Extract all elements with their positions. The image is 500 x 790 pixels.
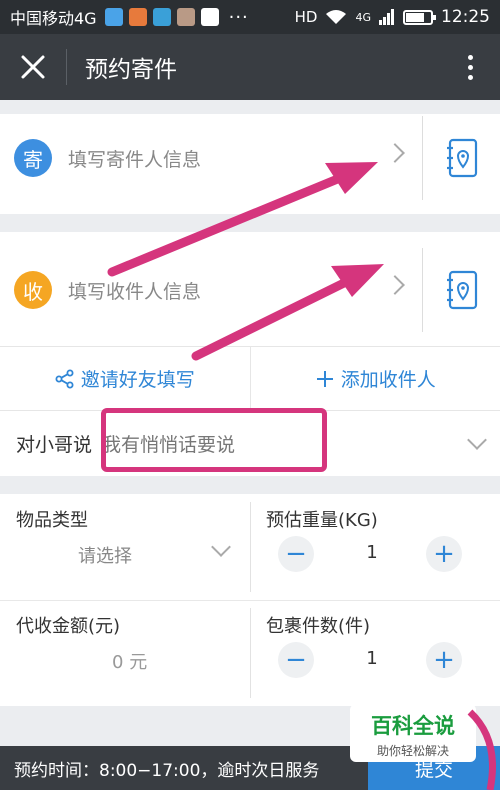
add-receiver-button[interactable]: 添加收件人 bbox=[249, 347, 500, 410]
column-divider bbox=[250, 502, 251, 592]
weibo-notification-icon bbox=[200, 8, 219, 26]
service-time-text: 预约时间：8:00−17:00，逾时次日服务 bbox=[14, 760, 320, 781]
watermark-subtitle: 助你轻松解决 bbox=[376, 744, 449, 758]
close-icon bbox=[21, 55, 45, 79]
parcel-count-value: 1 bbox=[366, 648, 378, 669]
chevron-right-icon bbox=[385, 143, 405, 163]
title-divider bbox=[66, 49, 67, 85]
parcel-details: 物品类型 请选择 预估重量(KG) − 1 + 代收金额(元) 0 元 包裹件数… bbox=[0, 494, 500, 706]
app-notification-icon bbox=[152, 8, 171, 26]
parcel-count-label: 包裹件数(件) bbox=[266, 616, 371, 637]
plus-icon bbox=[316, 370, 333, 387]
receiver-label: 填写收件人信息 bbox=[68, 280, 202, 303]
weight-field: 预估重量(KG) − 1 + bbox=[250, 494, 500, 600]
action-row: 邀请好友填写 添加收件人 bbox=[0, 346, 500, 410]
app-notification-icon bbox=[104, 8, 123, 26]
courier-note-label: 对小哥说 bbox=[16, 434, 93, 456]
weight-decrease-button[interactable]: − bbox=[278, 536, 314, 572]
watermark-title: 百科全说 bbox=[371, 714, 455, 738]
parcel-increase-button[interactable]: + bbox=[426, 642, 462, 678]
sender-label: 填写寄件人信息 bbox=[68, 148, 202, 171]
row-divider bbox=[422, 116, 423, 200]
row-divider bbox=[422, 248, 423, 332]
more-menu-button[interactable] bbox=[440, 34, 500, 100]
close-button[interactable] bbox=[0, 34, 66, 100]
page-title: 预约寄件 bbox=[85, 57, 177, 83]
item-type-select[interactable]: 请选择 bbox=[78, 542, 132, 568]
battery-icon bbox=[403, 9, 436, 25]
invite-friend-label: 邀请好友填写 bbox=[80, 369, 195, 391]
clock: 12:25 bbox=[441, 7, 490, 27]
sender-row[interactable]: 寄 填写寄件人信息 bbox=[0, 116, 500, 200]
invite-friend-button[interactable]: 邀请好友填写 bbox=[0, 347, 250, 410]
weight-label: 预估重量(KG) bbox=[266, 510, 378, 531]
cod-amount-input[interactable]: 0 元 bbox=[112, 648, 147, 674]
cod-amount-field[interactable]: 代收金额(元) 0 元 bbox=[0, 600, 250, 706]
more-notifications-icon: ··· bbox=[228, 6, 249, 28]
chevron-down-icon[interactable] bbox=[467, 430, 487, 450]
network-type-label: 4G bbox=[355, 10, 371, 24]
weight-value: 1 bbox=[366, 542, 378, 563]
sender-card: 寄 填写寄件人信息 bbox=[0, 114, 500, 214]
receiver-row[interactable]: 收 填写收件人信息 bbox=[0, 248, 500, 332]
receiver-badge: 收 bbox=[14, 271, 52, 309]
signal-icon bbox=[379, 9, 394, 25]
wifi-icon bbox=[326, 10, 347, 24]
watermark-logo: 百科全说 助你轻松解决 bbox=[350, 704, 476, 762]
share-icon bbox=[55, 369, 74, 388]
avatar-notification-icon bbox=[176, 8, 195, 26]
parcel-count-field: 包裹件数(件) − 1 + bbox=[250, 600, 500, 706]
address-book-icon[interactable] bbox=[446, 270, 480, 310]
status-bar: 中国移动4G ··· HD 4G 12:25 bbox=[0, 0, 500, 34]
app-notification-icon bbox=[128, 8, 147, 26]
chevron-down-icon bbox=[211, 537, 231, 557]
add-receiver-label: 添加收件人 bbox=[340, 369, 436, 391]
item-type-field[interactable]: 物品类型 请选择 bbox=[0, 494, 250, 600]
address-book-icon[interactable] bbox=[446, 138, 480, 178]
chevron-right-icon bbox=[385, 275, 405, 295]
item-type-label: 物品类型 bbox=[16, 510, 88, 531]
weight-increase-button[interactable]: + bbox=[426, 536, 462, 572]
cod-amount-label: 代收金额(元) bbox=[16, 616, 121, 637]
highlight-box bbox=[101, 408, 327, 472]
sender-badge: 寄 bbox=[14, 139, 52, 177]
carrier-label: 中国移动4G bbox=[10, 9, 97, 28]
hd-label: HD bbox=[294, 8, 318, 26]
title-bar: 预约寄件 bbox=[0, 34, 500, 100]
parcel-decrease-button[interactable]: − bbox=[278, 642, 314, 678]
